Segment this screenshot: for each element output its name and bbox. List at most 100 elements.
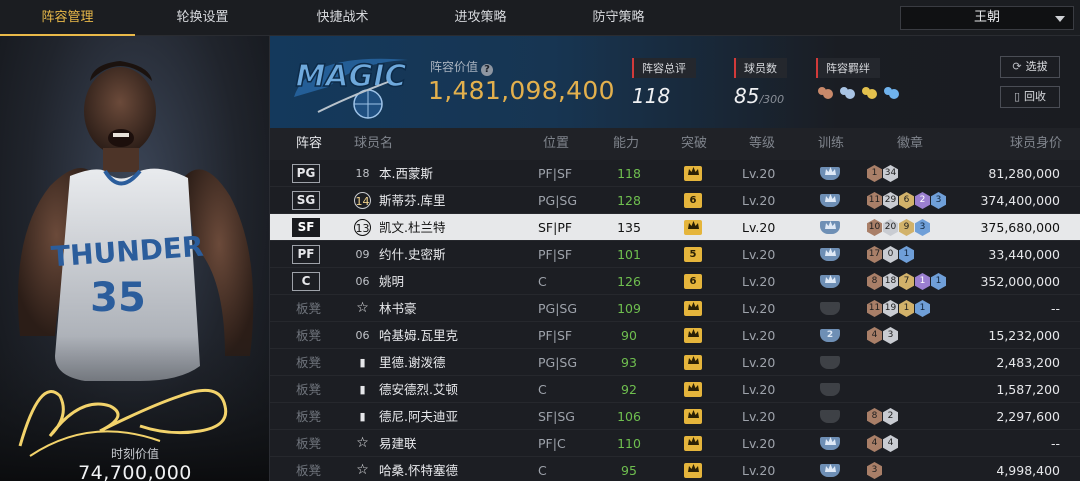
badge-bronze-icon[interactable]: 11 [867, 300, 882, 317]
player-name[interactable]: 姚明 [379, 268, 404, 295]
badge-silver-icon[interactable]: 2 [883, 408, 898, 425]
badge-purple-icon[interactable]: 2 [915, 192, 930, 209]
col-level[interactable]: 等级 [749, 128, 775, 160]
training-crown-icon[interactable] [820, 194, 840, 207]
select-button[interactable]: ⟳ 选拔 [1000, 56, 1060, 78]
table-row[interactable]: 板凳 ▮ 德安德烈.艾顿 C 92 Lv.20 1,587,200 [270, 376, 1080, 403]
player-position: C [538, 463, 547, 478]
slot-bench-label: 板凳 [296, 328, 322, 343]
tab-lineup[interactable]: 阵容管理 [0, 0, 135, 36]
table-row[interactable]: 板凳 ▮ 德尼.阿夫迪亚 SF|SG 106 Lv.20 8 2 2,297,600 [270, 403, 1080, 430]
badge-blue-icon[interactable]: 1 [899, 246, 914, 263]
table-row[interactable]: 板凳 ☆ 哈桑.怀特塞德 C 95 Lv.20 3 4,998,400 [270, 457, 1080, 481]
training-level[interactable]: 2 [820, 329, 840, 342]
badge-bronze-icon[interactable]: 8 [867, 408, 882, 425]
player-name[interactable]: 凯文.杜兰特 [379, 214, 445, 241]
recycle-button[interactable]: ▯ 回收 [1000, 86, 1060, 108]
player-name[interactable]: 斯蒂芬.库里 [379, 187, 445, 214]
slot-bench-label: 板凳 [296, 301, 322, 316]
badge-bronze-icon[interactable]: 11 [867, 192, 882, 209]
training-crown-icon[interactable] [820, 302, 840, 315]
table-row[interactable]: C 06 姚明 C 126 6 Lv.20 8 18 7 1 1 352,000,000 [270, 268, 1080, 295]
training-crown-icon[interactable] [820, 167, 840, 180]
badge-blue-icon[interactable]: 1 [915, 300, 930, 317]
training-crown-icon[interactable] [820, 221, 840, 234]
training-crown-icon[interactable] [820, 275, 840, 288]
training-crown-icon[interactable] [820, 248, 840, 261]
col-ability[interactable]: 能力 [613, 128, 639, 160]
chemistry-blue-icon[interactable] [882, 84, 900, 102]
badge-bronze-icon[interactable]: 4 [867, 327, 882, 344]
player-name[interactable]: 德安德烈.艾顿 [379, 376, 458, 403]
badge-gold-icon[interactable]: 6 [899, 192, 914, 209]
player-name[interactable]: 哈桑.怀特塞德 [379, 457, 458, 481]
col-badges[interactable]: 徽章 [897, 128, 923, 160]
badge-silver-icon[interactable]: 4 [883, 435, 898, 452]
badge-silver-icon[interactable]: 34 [883, 165, 898, 182]
chemistry-gold-icon[interactable] [860, 84, 878, 102]
tab-offense[interactable]: 进攻策略 [413, 0, 548, 36]
badge-bronze-icon[interactable]: 10 [867, 219, 882, 236]
chemistry-silver-icon[interactable] [838, 84, 856, 102]
badge-bronze-icon[interactable]: 3 [867, 462, 882, 479]
player-position: PG|SG [538, 193, 578, 208]
table-row[interactable]: PG 18 本.西蒙斯 PF|SF 118 Lv.20 1 34 81,280,000 [270, 160, 1080, 187]
table-row[interactable]: PF 09 约什.史密斯 PF|SF 101 5 Lv.20 17 0 1 33,440,000 [270, 241, 1080, 268]
badge-silver-icon[interactable]: 20 [883, 219, 898, 236]
badge-gold-icon[interactable]: 7 [899, 273, 914, 290]
badge-gold-icon[interactable]: 9 [899, 219, 914, 236]
badge-blue-icon[interactable]: 1 [931, 273, 946, 290]
player-name[interactable]: 里德.谢泼德 [379, 349, 445, 376]
badge-bronze-icon[interactable]: 4 [867, 435, 882, 452]
col-position[interactable]: 位置 [543, 128, 569, 160]
col-name[interactable]: 球员名 [354, 128, 393, 160]
col-salary[interactable]: 球员身价 [1010, 128, 1062, 160]
player-level: Lv.20 [742, 166, 776, 181]
player-salary: 352,000,000 [980, 274, 1060, 289]
col-breakthrough[interactable]: 突破 [681, 128, 707, 160]
tab-quick-tactics[interactable]: 快捷战术 [275, 0, 410, 36]
badge-blue-icon[interactable]: 3 [931, 192, 946, 209]
badge-bronze-icon[interactable]: 17 [867, 246, 882, 263]
player-name[interactable]: 本.西蒙斯 [379, 160, 433, 187]
badge-silver-icon[interactable]: 29 [883, 192, 898, 209]
col-training[interactable]: 训练 [818, 128, 844, 160]
tab-rotation[interactable]: 轮换设置 [135, 0, 270, 36]
jersey-number: 18 [355, 167, 370, 180]
table-row[interactable]: 板凳 ☆ 林书豪 PG|SG 109 Lv.20 11 19 1 1 -- [270, 295, 1080, 322]
badge-silver-icon[interactable]: 19 [883, 300, 898, 317]
chemistry-bronze-icon[interactable] [816, 84, 834, 102]
player-name[interactable]: 哈基姆.瓦里克 [379, 322, 458, 349]
badge-list: 8 18 7 1 1 [867, 273, 946, 290]
tab-defense[interactable]: 防守策略 [551, 0, 686, 36]
recycle-button-label: 回收 [1024, 90, 1047, 103]
player-name[interactable]: 德尼.阿夫迪亚 [379, 403, 458, 430]
player-card[interactable]: THUNDER 35 时刻价值 74,700,000 [0, 36, 270, 481]
badge-silver-icon[interactable]: 0 [883, 246, 898, 263]
player-name[interactable]: 易建联 [379, 430, 417, 457]
training-crown-icon[interactable] [820, 356, 840, 369]
badge-bronze-icon[interactable]: 8 [867, 273, 882, 290]
team-select[interactable]: 王朝 [900, 6, 1074, 30]
badge-bronze-icon[interactable]: 1 [867, 165, 882, 182]
table-row[interactable]: 板凳 ☆ 易建联 PF|C 110 Lv.20 4 4 -- [270, 430, 1080, 457]
badge-silver-icon[interactable]: 3 [883, 327, 898, 344]
training-crown-icon[interactable] [820, 437, 840, 450]
col-slot[interactable]: 阵容 [296, 128, 322, 160]
training-crown-icon[interactable] [820, 464, 840, 477]
badge-purple-icon[interactable]: 1 [915, 273, 930, 290]
badge-blue-icon[interactable]: 3 [915, 219, 930, 236]
training-crown-icon[interactable] [820, 383, 840, 396]
player-name[interactable]: 林书豪 [379, 295, 417, 322]
badge-silver-icon[interactable]: 18 [883, 273, 898, 290]
help-icon[interactable]: ? [481, 64, 494, 76]
table-row[interactable]: SG 14 斯蒂芬.库里 PG|SG 128 6 Lv.20 11 29 6 2 3 374,400,0… [270, 187, 1080, 214]
training-crown-icon[interactable] [820, 410, 840, 423]
breakthrough-level: 6 [684, 193, 702, 208]
table-row[interactable]: 板凳 06 哈基姆.瓦里克 PF|SF 90 Lv.20 2 4 3 15,232,000 [270, 322, 1080, 349]
badge-gold-icon[interactable]: 1 [899, 300, 914, 317]
slot-bench-label: 板凳 [296, 409, 322, 424]
player-name[interactable]: 约什.史密斯 [379, 241, 445, 268]
table-row[interactable]: SF 13 凯文.杜兰特 SF|PF 135 Lv.20 10 20 9 3 375,680,000 [270, 214, 1080, 241]
table-row[interactable]: 板凳 ▮ 里德.谢泼德 PG|SG 93 Lv.20 2,483,200 [270, 349, 1080, 376]
